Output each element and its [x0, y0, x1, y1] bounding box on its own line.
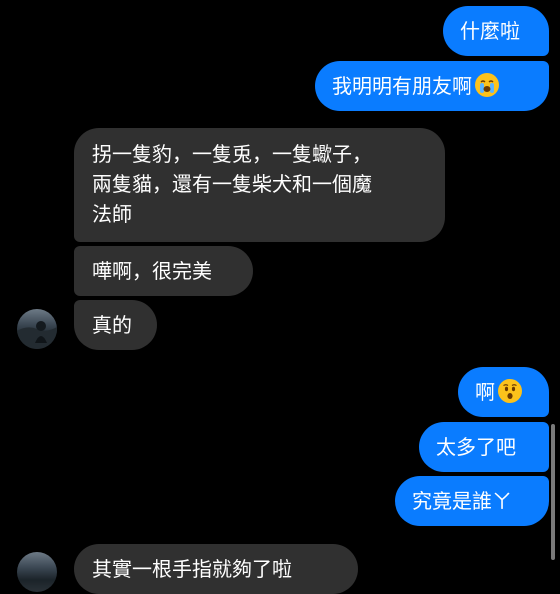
message-text: 啊: [475, 380, 495, 404]
loudly-crying-face-icon: [475, 73, 499, 97]
message-line: 法師: [92, 202, 132, 226]
outgoing-message[interactable]: 太多了吧: [419, 422, 549, 472]
incoming-message-partial[interactable]: 其實一根手指就夠了啦: [74, 544, 358, 594]
incoming-message[interactable]: 拐一隻豹，一隻兎，一隻蠍子， 兩隻貓，還有一隻柴犬和一個魔 法師: [74, 128, 445, 242]
message-text: 我明明有朋友啊: [332, 74, 472, 98]
incoming-message[interactable]: 真的: [74, 300, 157, 350]
incoming-message[interactable]: 嘩啊，很完美: [74, 246, 253, 296]
hushed-face-icon: [498, 379, 522, 403]
outgoing-message[interactable]: 我明明有朋友啊: [315, 61, 549, 111]
contact-avatar[interactable]: [17, 309, 57, 349]
message-text: 什麼啦: [460, 19, 520, 43]
message-text: 嘩啊，很完美: [92, 259, 212, 283]
message-text: 太多了吧: [436, 435, 516, 459]
message-text: 真的: [92, 313, 132, 337]
outgoing-message[interactable]: 什麼啦: [443, 6, 549, 56]
scrollbar[interactable]: [551, 424, 555, 560]
message-line: 拐一隻豹，一隻兎，一隻蠍子，: [92, 142, 372, 166]
outgoing-message[interactable]: 究竟是誰ㄚ: [395, 476, 549, 526]
contact-avatar[interactable]: [17, 552, 57, 592]
avatar-photo: [17, 321, 57, 349]
message-text: 其實一根手指就夠了啦: [92, 557, 292, 581]
message-line: 兩隻貓，還有一隻柴犬和一個魔: [92, 172, 372, 196]
message-text: 究竟是誰ㄚ: [412, 489, 512, 513]
outgoing-message[interactable]: 啊: [458, 367, 549, 417]
